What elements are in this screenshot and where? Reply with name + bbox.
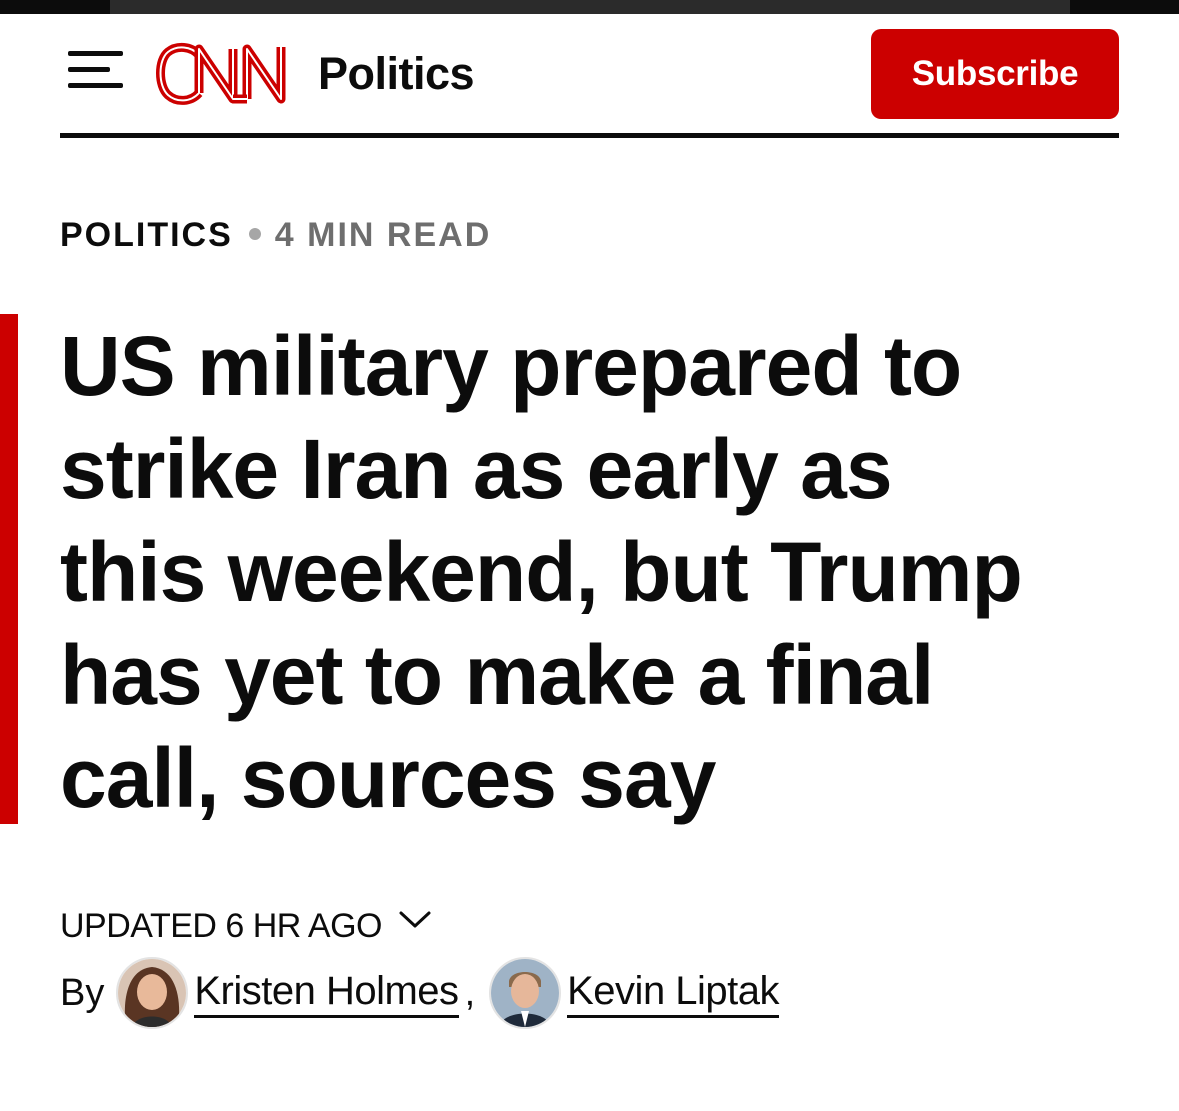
- cnn-logo-graphic: [156, 43, 286, 105]
- separator-dot-icon: [248, 228, 261, 241]
- author-avatar-image: [118, 959, 187, 1027]
- meta-section-label[interactable]: POLITICS: [60, 216, 233, 254]
- chevron-down-icon: [399, 911, 431, 928]
- menu-line: [68, 83, 123, 88]
- read-time: 4 MIN READ: [274, 216, 492, 254]
- hamburger-menu-icon[interactable]: [68, 49, 124, 93]
- menu-line: [68, 51, 123, 56]
- section-title[interactable]: Politics: [318, 48, 475, 100]
- byline-prefix: By: [60, 971, 105, 1014]
- author-avatar[interactable]: [489, 957, 562, 1029]
- author-avatar[interactable]: [116, 957, 189, 1029]
- article-headline: US military prepared to strike Iran as e…: [60, 319, 1023, 825]
- headline-accent-bar: [0, 314, 18, 824]
- menu-line: [68, 67, 110, 72]
- site-header: Politics Subscribe: [60, 14, 1119, 138]
- author-link[interactable]: Kevin Liptak: [567, 969, 780, 1018]
- browser-top-strip: [0, 0, 1179, 14]
- subscribe-button[interactable]: Subscribe: [871, 29, 1119, 119]
- author-separator: ,: [464, 971, 476, 1014]
- timestamp-text: UPDATED 6 HR AGO: [60, 906, 383, 945]
- author-avatar-image: [491, 959, 560, 1027]
- cnn-logo[interactable]: [155, 41, 295, 107]
- top-strip-inner: [110, 0, 1070, 14]
- article-meta: POLITICS 4 MIN READ: [60, 214, 491, 256]
- article-page: Politics Subscribe POLITICS 4 MIN READ US…: [0, 0, 1179, 1111]
- author-link[interactable]: Kristen Holmes: [194, 969, 459, 1018]
- timestamp-toggle[interactable]: UPDATED 6 HR AGO: [60, 905, 432, 947]
- byline: By Kristen Holmes , Kevin Liptak: [60, 955, 780, 1031]
